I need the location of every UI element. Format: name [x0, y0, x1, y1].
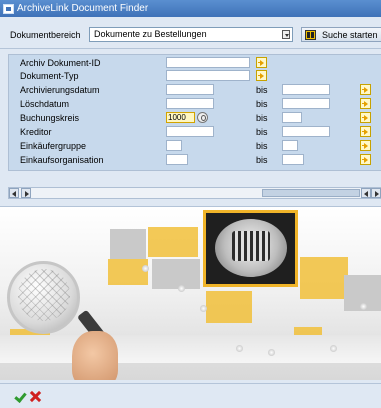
field-label: Einkaufsorganisation: [20, 155, 104, 165]
dokumentbereich-value: Dokumente zu Bestellungen: [94, 29, 207, 39]
multi-select-arrow-icon[interactable]: [256, 57, 267, 68]
archiv-dokument-id-input[interactable]: [166, 57, 250, 68]
dokument-typ-input[interactable]: [166, 70, 250, 81]
row-einkaufsorganisation: Einkaufsorganisation bis: [9, 154, 381, 166]
decor-square: [108, 259, 148, 285]
bottom-button-bar: [0, 383, 381, 408]
search-help-icon[interactable]: [197, 112, 208, 123]
decor-dot: [236, 345, 243, 352]
field-label: Archiv Dokument-ID: [20, 58, 101, 68]
buchungskreis-from-input[interactable]: 1000: [166, 112, 195, 123]
multi-select-arrow-icon[interactable]: [360, 154, 371, 165]
scroll-right-icon[interactable]: [21, 188, 31, 198]
einkaufsorganisation-to-input[interactable]: [282, 154, 304, 165]
row-einkaeufergruppe: Einkäufergruppe bis: [9, 140, 381, 152]
dokumentbereich-dropdown[interactable]: Dokumente zu Bestellungen: [89, 27, 293, 42]
decor-dot: [178, 285, 185, 292]
row-kreditor: Kreditor bis: [9, 126, 381, 138]
field-label: Dokument-Typ: [20, 71, 79, 81]
bis-label: bis: [256, 141, 268, 151]
hand-image: [72, 331, 118, 380]
kreditor-to-input[interactable]: [282, 126, 330, 137]
cancel-x-icon[interactable]: [30, 391, 41, 402]
kreditor-from-input[interactable]: [166, 126, 214, 137]
selection-criteria-panel: Archiv Dokument-ID Dokument-Typ Archivie…: [8, 54, 381, 171]
archivierungsdatum-to-input[interactable]: [282, 84, 330, 95]
multi-select-arrow-icon[interactable]: [360, 140, 371, 151]
einkaeufergruppe-from-input[interactable]: [166, 140, 182, 151]
scroll-left-icon[interactable]: [9, 188, 19, 198]
start-search-label: Suche starten: [322, 29, 378, 40]
field-label: Kreditor: [20, 127, 52, 137]
row-buchungskreis: Buchungskreis 1000 bis: [9, 112, 381, 124]
field-label: Löschdatum: [20, 99, 70, 109]
bis-label: bis: [256, 113, 268, 123]
multi-select-arrow-icon[interactable]: [360, 112, 371, 123]
horizontal-scrollbar[interactable]: [8, 187, 381, 199]
row-archivierungsdatum: Archivierungsdatum bis: [9, 84, 381, 96]
loeschdatum-from-input[interactable]: [166, 98, 214, 109]
dokumentbereich-label: Dokumentbereich: [10, 30, 81, 40]
decor-square: [300, 257, 348, 299]
decor-dot: [330, 345, 337, 352]
decor-square: [152, 259, 200, 289]
scrollbar-thumb[interactable]: [262, 189, 360, 197]
scroll-left-icon[interactable]: [361, 188, 371, 198]
bis-label: bis: [256, 99, 268, 109]
buchungskreis-to-input[interactable]: [282, 112, 302, 123]
bis-label: bis: [256, 85, 268, 95]
archivierungsdatum-from-input[interactable]: [166, 84, 214, 95]
bis-label: bis: [256, 127, 268, 137]
check-icon[interactable]: [14, 391, 25, 402]
binoculars-icon: [305, 29, 316, 40]
decor-square: [206, 291, 252, 323]
lens-grid: [18, 269, 70, 321]
archivelink-splash-image: [0, 206, 381, 380]
decor-dot: [142, 265, 149, 272]
multi-select-arrow-icon[interactable]: [256, 70, 267, 81]
document-stack-photo: [203, 210, 298, 287]
decor-band: [0, 335, 381, 363]
decor-dot: [268, 349, 275, 356]
field-label: Archivierungsdatum: [20, 85, 100, 95]
dropdown-arrow-icon[interactable]: [282, 30, 290, 39]
scroll-right-icon[interactable]: [371, 188, 381, 198]
loeschdatum-to-input[interactable]: [282, 98, 330, 109]
multi-select-arrow-icon[interactable]: [360, 84, 371, 95]
einkaeufergruppe-to-input[interactable]: [282, 140, 298, 151]
decor-square: [148, 227, 198, 257]
decor-square: [110, 229, 146, 259]
row-loeschdatum: Löschdatum bis: [9, 98, 381, 110]
bis-label: bis: [256, 155, 268, 165]
window-title: ArchiveLink Document Finder: [17, 3, 149, 14]
app-window-icon: [3, 3, 14, 14]
field-label: Einkäufergruppe: [20, 141, 87, 151]
start-search-button[interactable]: Suche starten: [301, 27, 381, 42]
document-stack-icon: [232, 231, 270, 261]
multi-select-arrow-icon[interactable]: [360, 126, 371, 137]
decor-dot: [360, 303, 367, 310]
decor-dot: [200, 305, 207, 312]
einkaufsorganisation-from-input[interactable]: [166, 154, 188, 165]
row-archiv-dokument-id: Archiv Dokument-ID: [9, 57, 381, 69]
field-label: Buchungskreis: [20, 113, 80, 123]
multi-select-arrow-icon[interactable]: [360, 98, 371, 109]
row-dokument-typ: Dokument-Typ: [9, 70, 381, 82]
window-titlebar: ArchiveLink Document Finder: [0, 0, 381, 17]
selection-toolbar: Dokumentbereich Dokumente zu Bestellunge…: [0, 17, 381, 49]
